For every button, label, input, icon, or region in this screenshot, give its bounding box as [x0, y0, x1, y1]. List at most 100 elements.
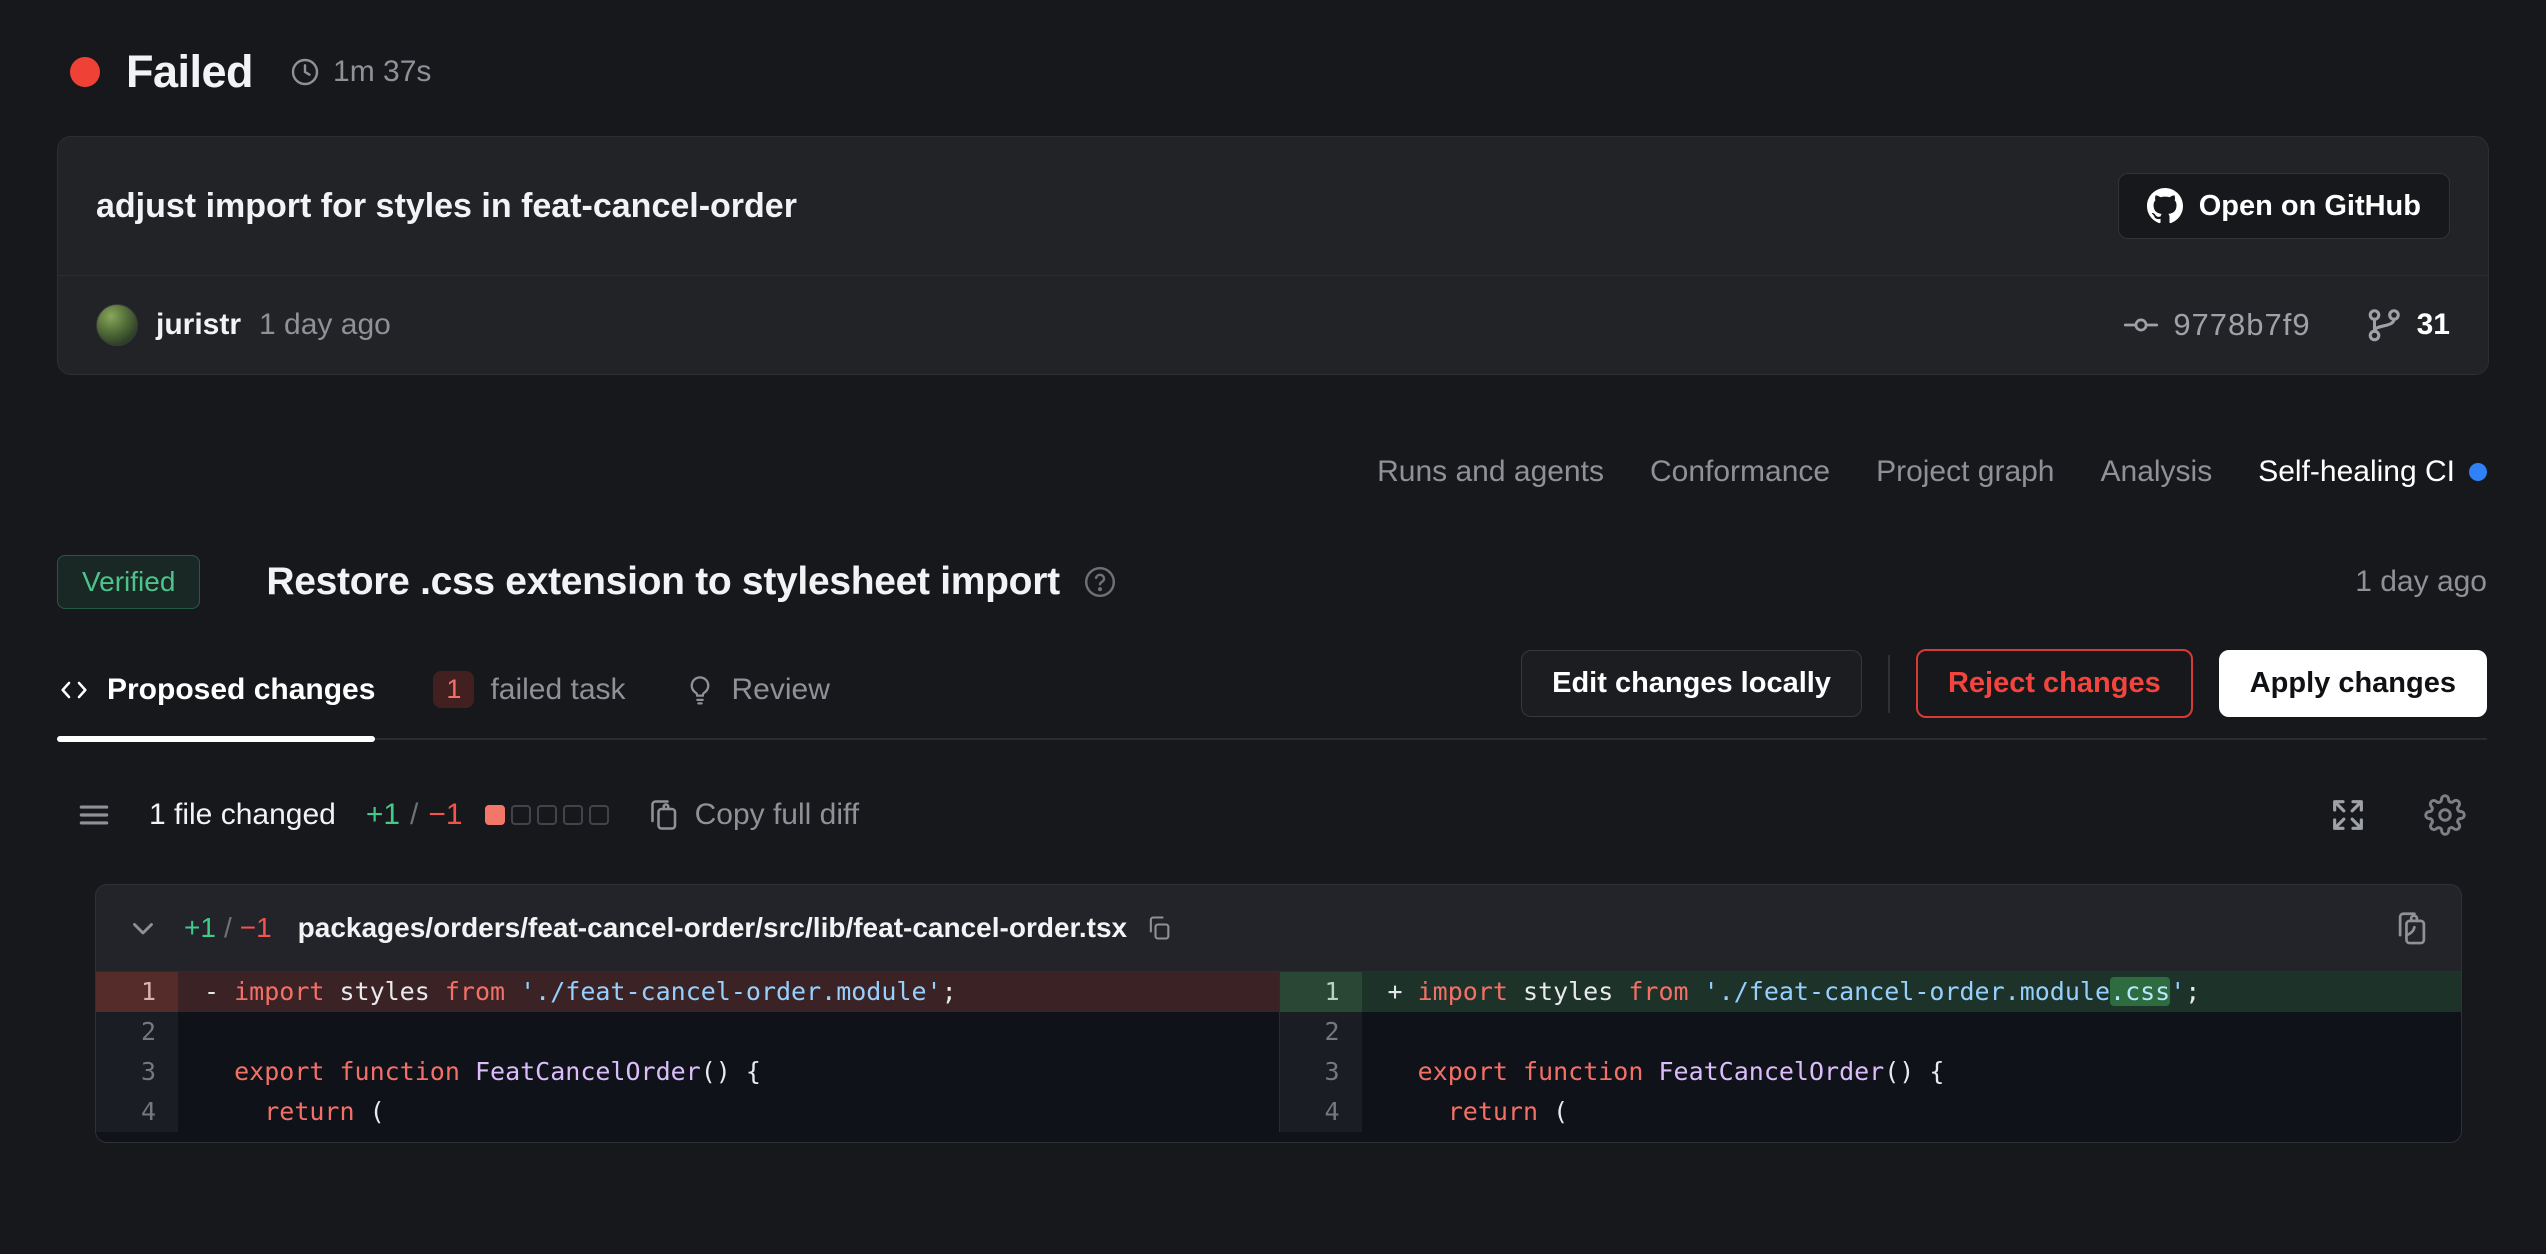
- duration-text: 1m 37s: [333, 55, 431, 89]
- commit-card-top: adjust import for styles in feat-cancel-…: [58, 137, 2488, 276]
- diffstat-block: [511, 805, 531, 825]
- github-button-label: Open on GitHub: [2199, 190, 2421, 223]
- reject-changes-button[interactable]: Reject changes: [1916, 649, 2193, 718]
- status-label: Failed: [126, 46, 253, 98]
- branch-count[interactable]: 31: [2417, 308, 2450, 342]
- github-icon: [2147, 188, 2183, 224]
- line-number: 3: [96, 1052, 178, 1092]
- git-branch-icon: [2365, 306, 2403, 344]
- diff-line: 2: [96, 1012, 1279, 1052]
- line-number: 4: [96, 1092, 178, 1132]
- code-line: return (: [1362, 1092, 2462, 1132]
- tabs-row: Proposed changes 1 failed task Review Ed…: [57, 649, 2487, 740]
- failed-status-dot: [70, 57, 100, 87]
- file-count-separator: /: [224, 912, 232, 944]
- chevron-down-icon[interactable]: [126, 911, 160, 945]
- diff-line: 3 export function FeatCancelOrder() {: [1280, 1052, 2462, 1092]
- fix-title: Restore .css extension to stylesheet imp…: [266, 560, 1059, 604]
- code-line: - import styles from './feat-cancel-orde…: [178, 972, 1279, 1012]
- vertical-divider: [1888, 655, 1890, 713]
- commit-card-bottom: juristr 1 day ago 9778b7f9 31: [58, 276, 2488, 374]
- copy-file-icon[interactable]: [2393, 909, 2431, 947]
- code-line: [178, 1012, 1279, 1052]
- diff-line-deleted: 1 - import styles from './feat-cancel-or…: [96, 972, 1279, 1012]
- diffstat-block: [563, 805, 583, 825]
- diffstat-block-filled: [485, 805, 505, 825]
- nav-item-runs-and-agents[interactable]: Runs and agents: [1377, 455, 1604, 489]
- code-line: return (: [178, 1092, 1279, 1132]
- lightbulb-icon: [684, 674, 716, 706]
- diffstat-blocks: [485, 805, 609, 825]
- tab-proposed-changes[interactable]: Proposed changes: [57, 671, 375, 738]
- action-buttons: Edit changes locally Reject changes Appl…: [1521, 649, 2487, 718]
- copy-full-diff-button[interactable]: Copy full diff: [645, 797, 860, 833]
- status-header: Failed 1m 37s: [0, 0, 2546, 98]
- clock-icon: [289, 56, 321, 88]
- diffstat-block: [589, 805, 609, 825]
- nav-item-analysis[interactable]: Analysis: [2101, 455, 2213, 489]
- help-icon[interactable]: [1082, 564, 1118, 600]
- commit-meta: 9778b7f9 31: [2123, 306, 2450, 344]
- diff-settings: [2424, 794, 2466, 836]
- workspace-nav: Runs and agents Conformance Project grap…: [0, 375, 2546, 489]
- additions-count: +1: [366, 798, 400, 832]
- tab-proposed-changes-label: Proposed changes: [107, 673, 375, 707]
- diffstat-block: [537, 805, 557, 825]
- gear-icon[interactable]: [2424, 794, 2466, 836]
- code-line: export function FeatCancelOrder() {: [178, 1052, 1279, 1092]
- diff-file-header: +1 / −1 packages/orders/feat-cancel-orde…: [96, 885, 2461, 971]
- verified-badge: Verified: [57, 555, 200, 609]
- diff-pane-after: 1 + import styles from './feat-cancel-or…: [1279, 972, 2462, 1132]
- count-separator: /: [410, 798, 418, 832]
- notification-dot: [2469, 463, 2487, 481]
- nav-item-project-graph[interactable]: Project graph: [1876, 455, 2054, 489]
- tab-failed-task[interactable]: 1 failed task: [433, 671, 625, 738]
- diff-line: 4 return (: [96, 1092, 1279, 1132]
- diff-line: 4 return (: [1280, 1092, 2462, 1132]
- line-number: 1: [96, 972, 178, 1012]
- tab-review-label: Review: [732, 673, 830, 707]
- file-additions: +1: [184, 912, 216, 944]
- open-on-github-button[interactable]: Open on GitHub: [2118, 173, 2450, 239]
- diff-line-added: 1 + import styles from './feat-cancel-or…: [1280, 972, 2462, 1012]
- diff-body: 1 - import styles from './feat-cancel-or…: [96, 971, 2461, 1142]
- diff-pane-before: 1 - import styles from './feat-cancel-or…: [96, 972, 1279, 1132]
- nav-item-conformance[interactable]: Conformance: [1650, 455, 1830, 489]
- line-number: 2: [96, 1012, 178, 1052]
- code-line: export function FeatCancelOrder() {: [1362, 1052, 2462, 1092]
- code-line: + import styles from './feat-cancel-orde…: [1362, 972, 2462, 1012]
- file-list-menu-icon[interactable]: [75, 796, 113, 834]
- apply-changes-button[interactable]: Apply changes: [2219, 650, 2487, 717]
- nav-item-self-healing-ci[interactable]: Self-healing CI: [2258, 455, 2487, 489]
- code-line: [1362, 1012, 2462, 1052]
- copy-icon: [645, 797, 681, 833]
- copy-full-diff-label: Copy full diff: [695, 798, 860, 832]
- fix-time: 1 day ago: [2355, 565, 2487, 599]
- duration: 1m 37s: [289, 55, 431, 89]
- file-path: packages/orders/feat-cancel-order/src/li…: [298, 912, 1127, 944]
- commit-icon: [2123, 307, 2159, 343]
- line-number: 1: [1280, 972, 1362, 1012]
- file-deletions: −1: [240, 912, 272, 944]
- commit-author: juristr: [156, 308, 241, 342]
- diff-line: 2: [1280, 1012, 2462, 1052]
- edit-changes-locally-button[interactable]: Edit changes locally: [1521, 650, 1862, 717]
- copy-path-icon[interactable]: [1145, 914, 1173, 942]
- commit-sha[interactable]: 9778b7f9: [2173, 307, 2310, 343]
- avatar: [96, 304, 138, 346]
- failed-count-badge: 1: [433, 671, 474, 708]
- expand-icon[interactable]: [2328, 795, 2368, 835]
- line-number: 2: [1280, 1012, 1362, 1052]
- tab-failed-task-label: failed task: [490, 673, 625, 707]
- line-number: 4: [1280, 1092, 1362, 1132]
- tab-review[interactable]: Review: [684, 671, 830, 738]
- line-number: 3: [1280, 1052, 1362, 1092]
- commit-time: 1 day ago: [259, 308, 391, 342]
- files-changed-label: 1 file changed: [149, 798, 336, 832]
- code-icon: [57, 673, 91, 707]
- diff-line: 3 export function FeatCancelOrder() {: [96, 1052, 1279, 1092]
- commit-card: adjust import for styles in feat-cancel-…: [57, 136, 2489, 375]
- diff-toolbar: 1 file changed +1 / −1 Copy full diff: [75, 794, 2466, 836]
- diff-panel: +1 / −1 packages/orders/feat-cancel-orde…: [95, 884, 2462, 1143]
- nav-active-label: Self-healing CI: [2258, 455, 2455, 489]
